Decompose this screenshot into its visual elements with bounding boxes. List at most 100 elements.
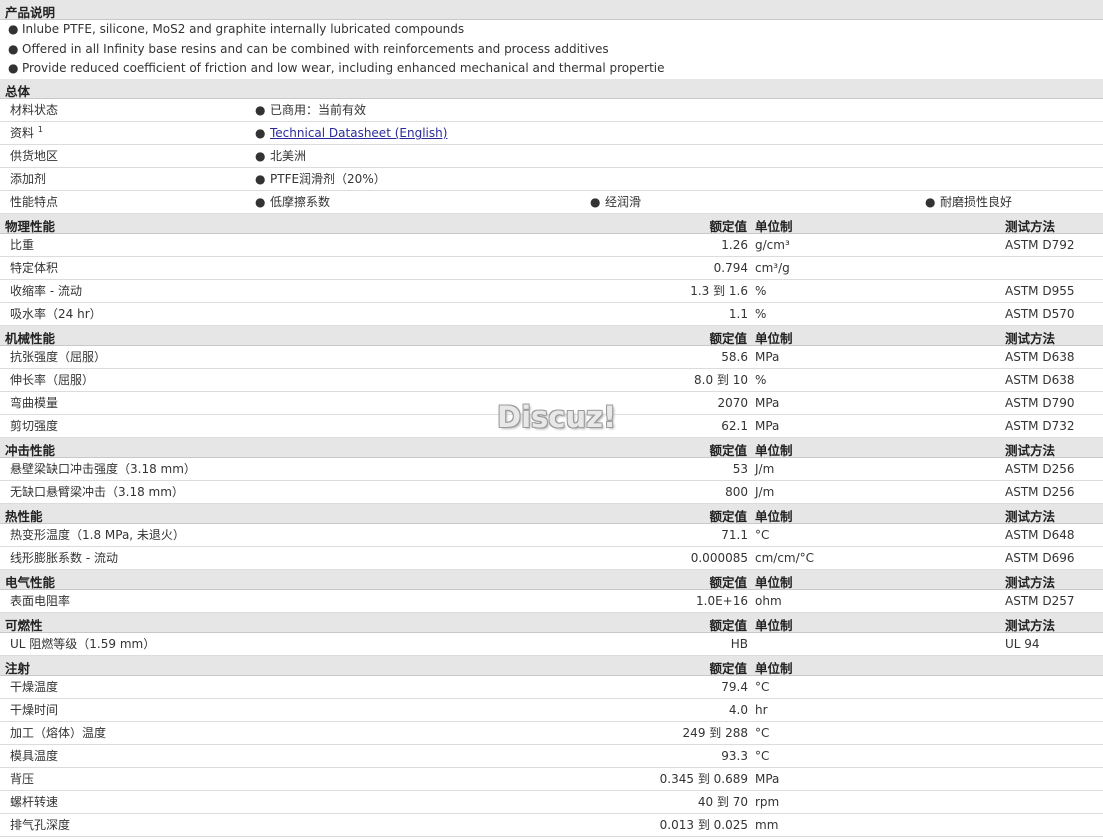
property-unit: MPa	[755, 419, 780, 434]
property-test-method: ASTM D570	[1005, 307, 1075, 322]
bullet-icon: ●	[255, 126, 266, 141]
property-value: 1.3 到 1.6	[690, 284, 748, 299]
property-value: 1.1	[728, 307, 748, 322]
property-row: 特定体积 0.794 cm³/g	[0, 257, 1103, 281]
section-title: 冲击性能	[5, 443, 56, 459]
property-label: 背压	[10, 772, 35, 787]
section-title: 注射	[5, 661, 31, 677]
bullet-icon: ●	[8, 22, 19, 36]
property-test-method: ASTM D792	[1005, 238, 1075, 253]
section-title: 产品说明	[5, 5, 56, 20]
property-label: 特定体积	[10, 261, 59, 276]
bullet-icon: ●	[255, 195, 266, 210]
property-value: 800	[725, 485, 748, 500]
column-header-unit: 单位制	[755, 575, 793, 591]
property-label: 抗张强度（屈服）	[10, 350, 107, 365]
section-header: 冲击性能 额定值 单位制 测试方法	[0, 438, 1103, 459]
general-row-region: 供货地区 ● 北美洲	[0, 145, 1103, 169]
property-row: 模具温度 93.3 °C	[0, 745, 1103, 769]
technical-datasheet-link[interactable]: Technical Datasheet (English)	[270, 126, 447, 140]
section-header: 注射 额定值 单位制	[0, 656, 1103, 677]
column-header-unit: 单位制	[755, 443, 793, 459]
property-unit: °C	[755, 680, 770, 695]
property-row: UL 阻燃等级（1.59 mm） HB UL 94	[0, 633, 1103, 657]
property-label: 无缺口悬臂梁冲击（3.18 mm）	[10, 485, 184, 500]
column-header-unit: 单位制	[755, 618, 793, 634]
property-unit: mm	[755, 818, 779, 833]
property-sections: 物理性能 额定值 单位制 测试方法 比重 1.26 g/cm³ ASTM D792 特定体积 0.…	[0, 214, 1103, 838]
property-label: 热变形温度（1.8 MPa, 未退火）	[10, 528, 185, 543]
property-value: 1.26	[721, 238, 748, 253]
general-row-features: 性能特点 ● 低摩擦系数 ● 经润滑 ● 耐磨损性良好	[0, 191, 1103, 215]
property-value: 249 到 288	[682, 726, 748, 741]
bullet-icon: ●	[255, 172, 266, 187]
property-value: 2070	[717, 396, 748, 411]
property-label: 干燥温度	[10, 680, 59, 695]
property-test-method: UL 94	[1005, 637, 1040, 652]
property-unit: °C	[755, 726, 770, 741]
property-value: 1.0E+16	[696, 594, 748, 609]
property-test-method: ASTM D732	[1005, 419, 1075, 434]
bullet-icon: ●	[255, 103, 266, 118]
section-header: 机械性能 额定值 单位制 测试方法	[0, 326, 1103, 347]
property-unit: °C	[755, 528, 770, 543]
section-header: 物理性能 额定值 单位制 测试方法	[0, 214, 1103, 235]
column-header-value: 额定值	[709, 618, 747, 634]
property-row: 比重 1.26 g/cm³ ASTM D792	[0, 234, 1103, 258]
bullet-icon: ●	[590, 195, 601, 210]
property-value: 71.1	[721, 528, 748, 543]
property-unit: hr	[755, 703, 768, 718]
property-row: 干燥时间 4.0 hr	[0, 699, 1103, 723]
property-test-method: ASTM D638	[1005, 350, 1075, 365]
watermark: Discuz!	[497, 400, 617, 434]
property-unit: %	[755, 373, 767, 388]
section-header: 电气性能 额定值 单位制 测试方法	[0, 570, 1103, 591]
property-unit: J/m	[755, 485, 775, 500]
property-label: 悬壁梁缺口冲击强度（3.18 mm）	[10, 462, 196, 477]
column-header-value: 额定值	[709, 661, 747, 677]
property-label: 伸长率（屈服）	[10, 373, 95, 388]
property-test-method: ASTM D648	[1005, 528, 1075, 543]
property-value: 53	[732, 462, 748, 477]
property-label: 干燥时间	[10, 703, 59, 718]
property-value: 0.013 到 0.025	[659, 818, 748, 833]
property-value: 8.0 到 10	[694, 373, 748, 388]
column-header-value: 额定值	[709, 331, 747, 347]
property-label: 加工（熔体）温度	[10, 726, 107, 741]
property-row: 加工（熔体）温度 249 到 288 °C	[0, 722, 1103, 746]
property-row: 背压 0.345 到 0.689 MPa	[0, 768, 1103, 792]
property-label: 排气孔深度	[10, 818, 71, 833]
property-unit: %	[755, 284, 767, 299]
property-test-method: ASTM D790	[1005, 396, 1075, 411]
section-title: 机械性能	[5, 331, 56, 347]
property-test-method: ASTM D256	[1005, 485, 1075, 500]
section-header: 可燃性 额定值 单位制 测试方法	[0, 613, 1103, 634]
description-bullet: ● Provide reduced coefficient of frictio…	[0, 59, 1103, 79]
property-unit: rpm	[755, 795, 780, 810]
property-value: 93.3	[721, 749, 748, 764]
property-label: 吸水率（24 hr）	[10, 307, 102, 322]
property-test-method: ASTM D955	[1005, 284, 1075, 299]
column-header-test: 测试方法	[1005, 443, 1056, 459]
property-row: 干燥温度 79.4 °C	[0, 676, 1103, 700]
column-header-value: 额定值	[709, 509, 747, 525]
property-test-method: ASTM D696	[1005, 551, 1075, 566]
property-label: UL 阻燃等级（1.59 mm）	[10, 637, 156, 652]
bullet-icon: ●	[8, 41, 19, 56]
property-test-method: ASTM D257	[1005, 594, 1075, 609]
general-row-additive: 添加剂 ● PTFE润滑剂（20%）	[0, 168, 1103, 192]
description-bullet: ● Inlube PTFE, silicone, MoS2 and graphi…	[0, 20, 1103, 40]
column-header-test: 测试方法	[1005, 219, 1056, 235]
property-row: 悬壁梁缺口冲击强度（3.18 mm） 53 J/m ASTM D256	[0, 458, 1103, 482]
property-row: 表面电阻率 1.0E+16 ohm ASTM D257	[0, 590, 1103, 614]
bullet-icon: ●	[255, 149, 266, 164]
general-row-status: 材料状态 ● 已商用：当前有效	[0, 99, 1103, 123]
column-header-value: 额定值	[709, 575, 747, 591]
column-header-test: 测试方法	[1005, 509, 1056, 525]
section-header-description: 产品说明	[0, 0, 1103, 20]
bullet-icon: ●	[8, 61, 19, 76]
column-header-test: 测试方法	[1005, 618, 1056, 634]
column-header-test: 测试方法	[1005, 331, 1056, 347]
property-label: 模具温度	[10, 749, 59, 764]
section-title: 热性能	[5, 509, 43, 525]
